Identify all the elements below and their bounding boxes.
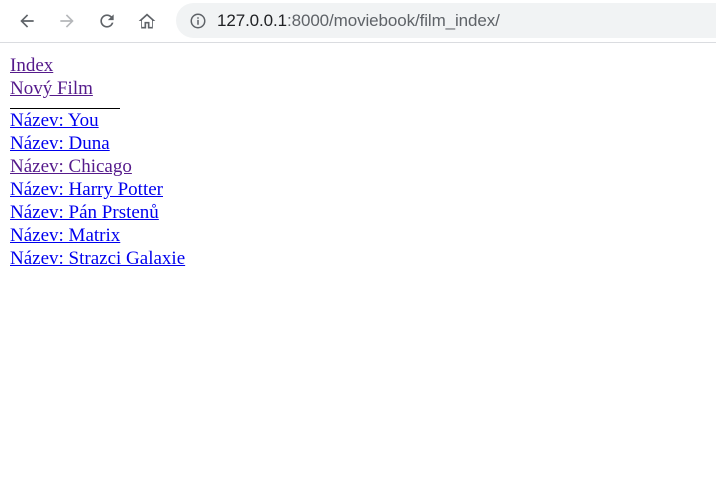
reload-icon — [100, 14, 114, 28]
url-text[interactable]: 127.0.0.1:8000/moviebook/film_index/ — [217, 11, 500, 31]
new-film-link[interactable]: Nový Film — [10, 77, 93, 100]
browser-toolbar: 127.0.0.1:8000/moviebook/film_index/ — [0, 0, 716, 43]
info-icon[interactable] — [189, 12, 207, 30]
reload-button[interactable] — [92, 6, 122, 36]
url-host: 127.0.0.1 — [217, 10, 287, 30]
film-link[interactable]: Název: Harry Potter — [10, 178, 163, 201]
forward-button[interactable] — [52, 6, 82, 36]
back-arrow-icon — [20, 14, 34, 28]
url-path: :8000/moviebook/film_index/ — [287, 10, 500, 30]
index-link[interactable]: Index — [10, 54, 53, 77]
film-link[interactable]: Název: Strazci Galaxie — [10, 247, 185, 270]
film-link[interactable]: Název: Chicago — [10, 155, 132, 178]
film-link[interactable]: Název: Matrix — [10, 224, 120, 247]
film-link[interactable]: Název: Pán Prstenů — [10, 201, 159, 224]
back-button[interactable] — [12, 6, 42, 36]
home-icon — [138, 13, 156, 29]
film-link[interactable]: Název: You — [10, 109, 99, 132]
page-content: Index Nový Film Název: You Název: Duna N… — [0, 43, 716, 270]
address-bar[interactable]: 127.0.0.1:8000/moviebook/film_index/ — [176, 3, 716, 38]
separator-line — [10, 100, 120, 109]
film-list: Název: You Název: Duna Název: Chicago Ná… — [10, 109, 706, 270]
home-button[interactable] — [132, 6, 162, 36]
forward-arrow-icon — [60, 14, 74, 28]
film-link[interactable]: Název: Duna — [10, 132, 110, 155]
